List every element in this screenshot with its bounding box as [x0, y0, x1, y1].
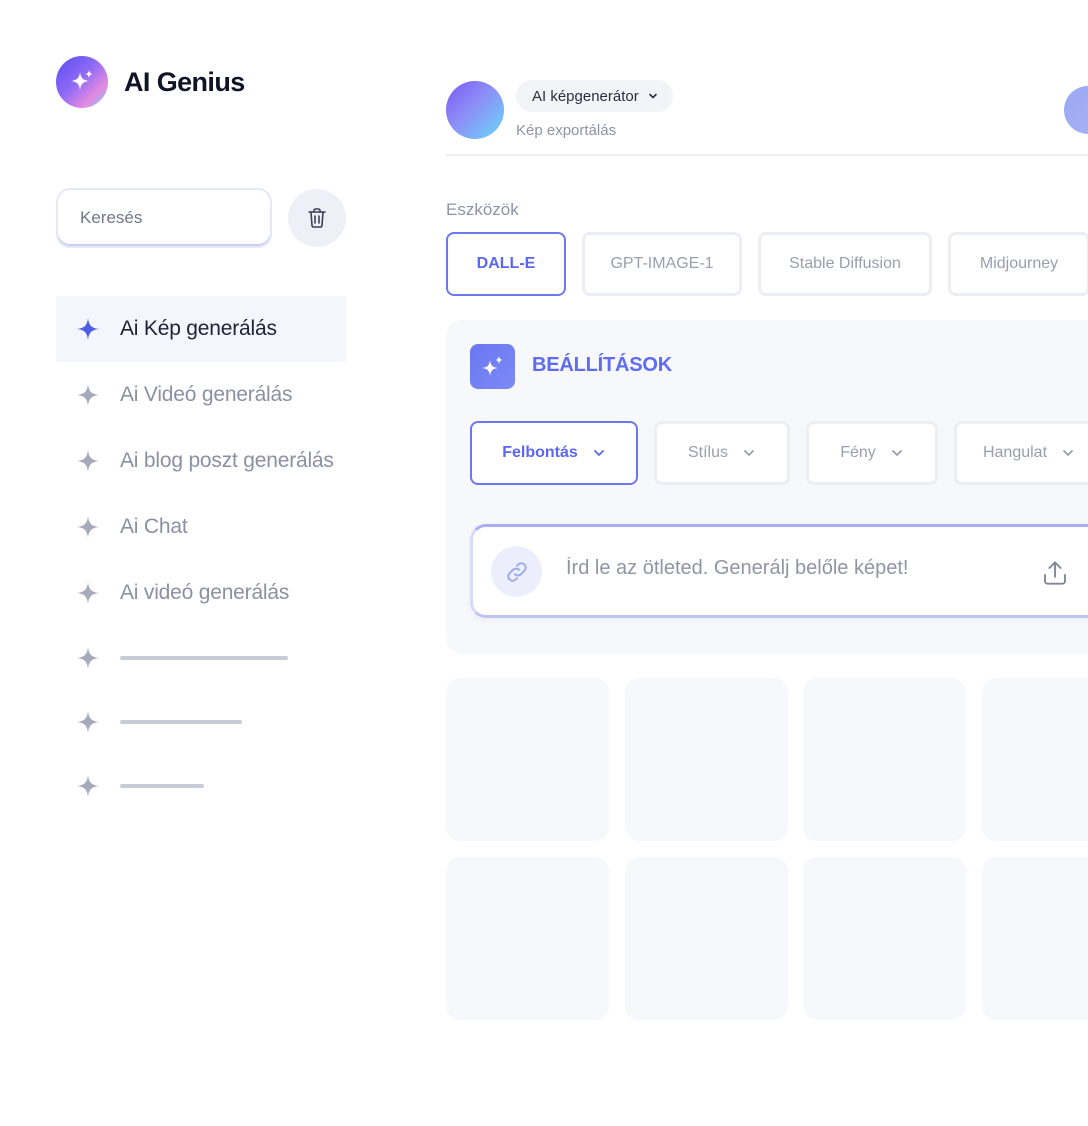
sidebar-item-label: Ai videó generálás: [120, 581, 290, 604]
app-root: AI Genius Ai Kép generálás Ai Videó gene…: [0, 0, 1088, 1126]
search-input[interactable]: [80, 208, 270, 228]
chevron-down-icon: [648, 93, 657, 99]
image-tile[interactable]: [446, 857, 609, 1020]
sidebar-item-label: Ai blog poszt generálás: [120, 449, 334, 472]
sidebar-item-ai-blog-post[interactable]: Ai blog poszt generálás: [56, 428, 346, 494]
sidebar-item-ai-image[interactable]: Ai Kép generálás: [56, 296, 346, 362]
image-tile[interactable]: [446, 678, 609, 841]
user-avatar[interactable]: [1064, 86, 1088, 134]
sidebar-item-placeholder[interactable]: [56, 754, 346, 818]
header-divider: [446, 154, 1088, 156]
tool-dall-e[interactable]: DALL-E: [446, 232, 566, 296]
dropdown-label: Felbontás: [502, 444, 578, 461]
sparkle-icon: [77, 647, 99, 669]
image-tile[interactable]: [625, 857, 788, 1020]
image-tile[interactable]: [803, 857, 966, 1020]
trash-icon: [308, 208, 326, 228]
resolution-dropdown[interactable]: Felbontás: [470, 421, 638, 485]
sidebar-nav: Ai Kép generálás Ai Videó generálás Ai b…: [56, 296, 346, 818]
sparkle-icon: [77, 384, 99, 406]
mood-dropdown[interactable]: Hangulat: [954, 421, 1088, 485]
upload-button[interactable]: [1038, 556, 1072, 590]
tool-gpt-image-1[interactable]: GPT-IMAGE-1: [582, 232, 742, 296]
delete-button[interactable]: [288, 189, 346, 247]
image-tile[interactable]: [803, 678, 966, 841]
image-tile[interactable]: [625, 678, 788, 841]
placeholder-bar: [120, 656, 288, 660]
sparkle-icon: [77, 711, 99, 733]
avatar[interactable]: [446, 81, 504, 139]
placeholder-bar: [120, 784, 204, 788]
generator-select-label: AI képgenerátor: [532, 87, 639, 105]
export-link[interactable]: Kép exportálás: [516, 122, 616, 139]
image-tile[interactable]: [982, 857, 1088, 1020]
sparkle-icon: [77, 582, 99, 604]
prompt-input[interactable]: [566, 557, 1016, 580]
chevron-down-icon: [744, 450, 754, 456]
style-dropdown[interactable]: Stílus: [654, 421, 790, 485]
sparkle-icon: [77, 516, 99, 538]
tool-stable-diffusion[interactable]: Stable Diffusion: [758, 232, 932, 296]
sidebar-item-ai-video[interactable]: Ai Videó generálás: [56, 362, 346, 428]
chevron-down-icon: [1063, 450, 1073, 456]
upload-icon: [1044, 561, 1066, 585]
sparkle-icon: [77, 450, 99, 472]
sidebar-item-label: Ai Kép generálás: [120, 317, 277, 340]
sparkle-icon: [470, 344, 515, 389]
dropdown-label: Hangulat: [982, 444, 1048, 461]
dropdown-label: Stílus: [687, 444, 728, 461]
generator-select[interactable]: AI képgenerátor: [516, 80, 673, 112]
sidebar-item-ai-chat[interactable]: Ai Chat: [56, 494, 346, 560]
sidebar-item-label: Ai Videó generálás: [120, 383, 293, 406]
sidebar-item-placeholder[interactable]: [56, 626, 346, 690]
placeholder-bar: [120, 720, 242, 724]
light-dropdown[interactable]: Fény: [806, 421, 938, 485]
tool-midjourney[interactable]: Midjourney: [948, 232, 1088, 296]
brand-logo-icon: [56, 56, 108, 108]
link-icon: [506, 561, 527, 582]
brand-name: AI Genius: [124, 66, 245, 97]
sparkle-icon: [77, 318, 99, 340]
brand[interactable]: AI Genius: [56, 56, 245, 108]
attach-link-button[interactable]: [491, 546, 542, 597]
chevron-down-icon: [891, 450, 902, 456]
chevron-down-icon: [593, 450, 604, 456]
sidebar-item-placeholder[interactable]: [56, 690, 346, 754]
sparkle-icon: [77, 775, 99, 797]
settings-title: BEÁLLÍTÁSOK: [532, 354, 673, 376]
tools-label: Eszközök: [446, 200, 519, 219]
dropdown-label: Fény: [840, 444, 876, 461]
sidebar-item-ai-video-2[interactable]: Ai videó generálás: [56, 560, 346, 626]
sidebar-item-label: Ai Chat: [120, 515, 188, 538]
search-box[interactable]: [56, 188, 272, 248]
image-tile[interactable]: [982, 678, 1088, 841]
